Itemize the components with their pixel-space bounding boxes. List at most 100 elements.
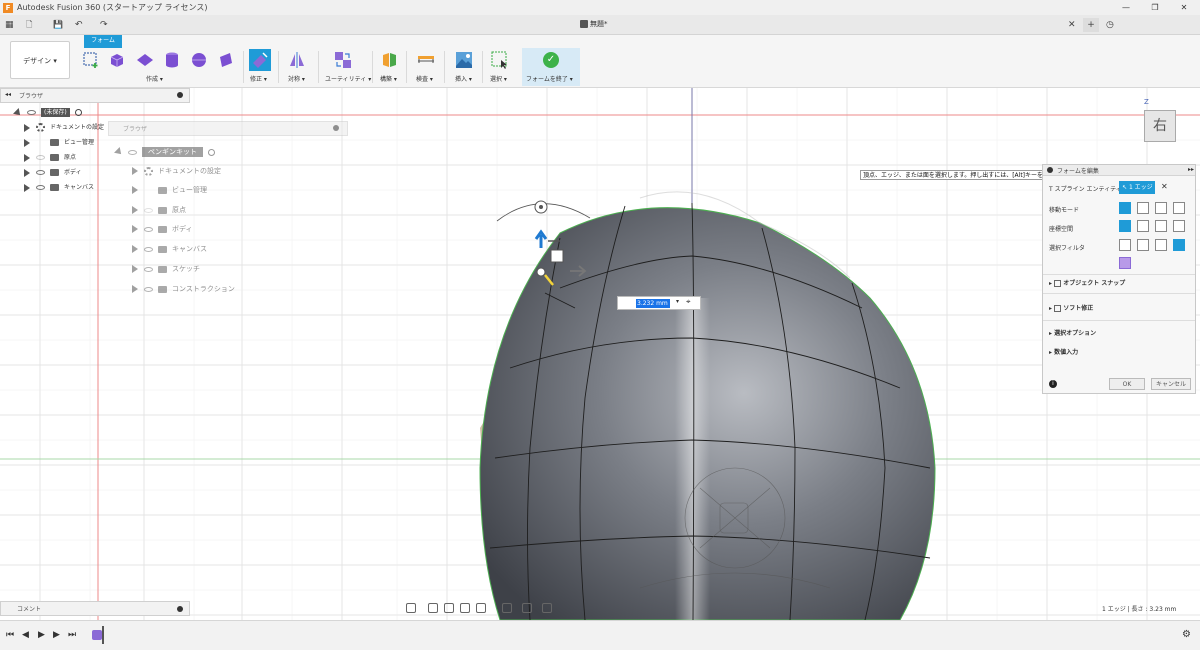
look-at-icon[interactable] <box>428 603 438 613</box>
rotate-icon[interactable] <box>1155 202 1167 214</box>
utilities-icon[interactable] <box>334 51 352 69</box>
visibility-eye-icon[interactable] <box>36 170 45 175</box>
activate-component-icon[interactable] <box>74 109 82 116</box>
save-icon[interactable]: 💾 <box>53 18 63 32</box>
data-panel-grid-icon[interactable]: ▦ <box>5 18 14 32</box>
edit-form-header[interactable]: フォームを編集 ▸▸ <box>1043 165 1195 176</box>
browser-item-bodies[interactable]: ボディ <box>24 166 82 180</box>
add-comment-icon[interactable] <box>177 606 183 612</box>
undo-icon[interactable]: ↶ <box>75 18 83 32</box>
step-back-icon[interactable]: ◀ <box>22 630 32 640</box>
job-status-clock-icon[interactable]: ◷ <box>1106 18 1114 32</box>
timeline-marker[interactable] <box>102 626 104 644</box>
file-menu-icon[interactable]: 🗋 <box>26 18 32 32</box>
browser-item-named-views[interactable]: ビュー管理 <box>24 136 94 150</box>
selection-options-section[interactable]: ▸ 選択オプション <box>1049 328 1096 337</box>
tab-form[interactable]: フォーム <box>84 35 122 46</box>
object-snap-checkbox[interactable] <box>1054 280 1062 287</box>
dropdown-arrow-icon[interactable]: ▾ <box>676 298 679 305</box>
close-tab-icon[interactable]: ✕ <box>1068 18 1076 32</box>
visibility-eye-icon[interactable] <box>27 110 36 115</box>
create-box-icon[interactable] <box>108 51 126 69</box>
browser-root-row[interactable]: (未保存) <box>13 106 82 120</box>
create-cylinder-icon[interactable] <box>163 51 181 69</box>
create-sphere-icon[interactable] <box>190 51 208 69</box>
restore-button[interactable]: ❐ <box>1141 0 1169 15</box>
edge-filter-icon[interactable] <box>1137 239 1149 251</box>
modify-group-label[interactable]: 修正 ▾ <box>250 74 267 83</box>
tspline-entity-selector[interactable]: ↖ 1 エッジ <box>1119 181 1155 194</box>
display-settings-icon[interactable] <box>502 603 512 613</box>
translate-icon[interactable] <box>1137 202 1149 214</box>
panel-pin-icon[interactable] <box>1047 167 1053 173</box>
form-feature-icon[interactable] <box>92 630 102 640</box>
select-icon[interactable] <box>491 51 509 69</box>
modify-edit-form-icon[interactable] <box>249 49 271 71</box>
expand-panel-icon[interactable]: ▸▸ <box>1188 166 1194 173</box>
symmetry-icon[interactable] <box>288 51 306 69</box>
scale-icon[interactable] <box>1173 202 1185 214</box>
measure-icon[interactable] <box>417 51 435 69</box>
timeline-settings-gear-icon[interactable]: ⚙ <box>1182 630 1192 640</box>
browser-item-canvases[interactable]: キャンバス <box>24 181 94 195</box>
viewcube[interactable]: 右 <box>1144 110 1176 142</box>
numeric-input-section[interactable]: ▸ 数値入力 <box>1049 347 1078 356</box>
expand-triangle-icon[interactable] <box>24 168 30 177</box>
comments-panel[interactable]: コメント <box>0 601 190 616</box>
finish-form-button[interactable]: ✓ フォームを終了 ▾ <box>522 48 580 86</box>
soft-modify-checkbox[interactable] <box>1054 305 1062 312</box>
ok-button[interactable]: OK <box>1109 378 1145 390</box>
distance-value-input[interactable]: 3.232 mm ▾ ⌖ <box>617 296 701 310</box>
play-icon[interactable]: ▶ <box>38 630 48 640</box>
vertex-filter-icon[interactable] <box>1119 239 1131 251</box>
step-forward-icon[interactable]: ▶ <box>53 630 63 640</box>
visibility-eye-icon[interactable] <box>36 155 45 160</box>
expand-triangle-icon[interactable] <box>13 107 23 118</box>
object-snap-section[interactable]: ▸ オブジェクト スナップ <box>1049 278 1125 287</box>
browser-panel-header[interactable]: ◂◂ ブラウザ <box>0 88 190 103</box>
visibility-eye-icon[interactable] <box>36 185 45 190</box>
fit-icon[interactable] <box>476 603 486 613</box>
local-space-icon[interactable] <box>1155 220 1167 232</box>
orbit-icon[interactable] <box>406 603 416 613</box>
measure-toggle-icon[interactable]: ⌖ <box>686 297 691 307</box>
distance-value[interactable]: 3.232 mm <box>636 299 670 308</box>
soft-modify-section[interactable]: ▸ ソフト修正 <box>1049 303 1093 312</box>
create-group-label[interactable]: 作成 ▾ <box>146 74 163 83</box>
inspect-group-label[interactable]: 検査 ▾ <box>416 74 433 83</box>
create-plane-icon[interactable] <box>136 51 154 69</box>
insert-image-icon[interactable] <box>455 51 473 69</box>
collapse-panel-icon[interactable]: ◂◂ <box>5 91 11 98</box>
select-group-label[interactable]: 選択 ▾ <box>490 74 507 83</box>
go-to-end-icon[interactable]: ⏭ <box>68 630 78 640</box>
create-face-icon[interactable] <box>217 51 235 69</box>
browser-item-document-settings[interactable]: ドキュメントの設定 <box>24 121 104 135</box>
view-space-icon[interactable] <box>1137 220 1149 232</box>
planar-move-handle[interactable] <box>550 249 564 263</box>
world-space-icon[interactable] <box>1119 220 1131 232</box>
construct-group-label[interactable]: 構築 ▾ <box>380 74 397 83</box>
cancel-button[interactable]: キャンセル <box>1151 378 1191 390</box>
body-filter-icon[interactable] <box>1119 257 1131 269</box>
info-icon[interactable]: i <box>1049 380 1057 388</box>
face-filter-icon[interactable] <box>1155 239 1167 251</box>
viewcube-face-right[interactable]: 右 <box>1153 118 1167 134</box>
clear-selection-icon[interactable]: ✕ <box>1161 182 1168 191</box>
construct-plane-icon[interactable] <box>381 51 399 69</box>
multi-transform-icon[interactable] <box>1119 202 1131 214</box>
expand-triangle-icon[interactable] <box>24 138 30 147</box>
symmetry-group-label[interactable]: 対称 ▾ <box>288 74 305 83</box>
box-create-icon[interactable] <box>82 51 100 69</box>
go-to-start-icon[interactable]: ⏮ <box>6 630 16 640</box>
new-tab-button[interactable]: + <box>1083 18 1099 32</box>
document-tab[interactable]: 無題* <box>0 15 1078 35</box>
browser-item-origin[interactable]: 原点 <box>24 151 76 165</box>
expand-triangle-icon[interactable] <box>24 123 30 132</box>
per-face-space-icon[interactable] <box>1173 220 1185 232</box>
close-window-button[interactable]: ✕ <box>1170 0 1198 15</box>
redo-icon[interactable]: ↷ <box>100 18 108 32</box>
workspace-switcher-button[interactable]: デザイン ▾ <box>10 41 70 79</box>
zoom-icon[interactable] <box>460 603 470 613</box>
minimize-button[interactable]: — <box>1112 0 1140 15</box>
expand-triangle-icon[interactable] <box>24 183 30 192</box>
